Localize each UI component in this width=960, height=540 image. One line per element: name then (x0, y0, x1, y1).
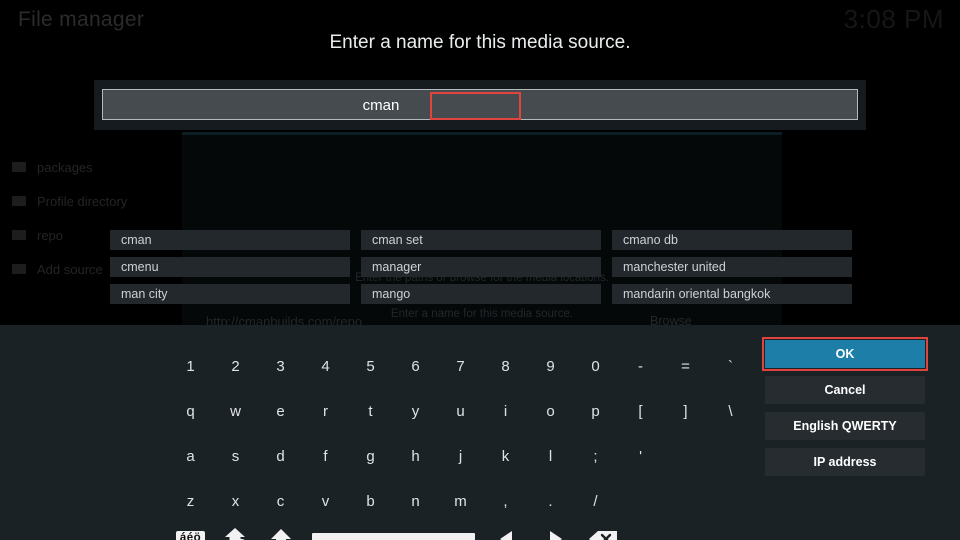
space-bar-icon (311, 532, 475, 540)
keyboard-function-row: áéö (168, 522, 627, 540)
key-g[interactable]: g (348, 439, 393, 473)
key-i[interactable]: i (483, 394, 528, 428)
key-e[interactable]: e (258, 394, 303, 428)
caps-lock-key[interactable] (213, 522, 258, 540)
key-apostrophe[interactable]: ' (618, 439, 663, 473)
key-6[interactable]: 6 (393, 349, 438, 383)
key-a[interactable]: a (168, 439, 213, 473)
suggestion-grid: cman cman set cmano db cmenu manager man… (110, 230, 852, 304)
cancel-button[interactable]: Cancel (765, 376, 925, 404)
suggestion-item[interactable]: mango (361, 284, 601, 304)
key-x[interactable]: x (213, 484, 258, 518)
suggestion-item[interactable]: cman set (361, 230, 601, 250)
key-d[interactable]: d (258, 439, 303, 473)
key-4[interactable]: 4 (303, 349, 348, 383)
accent-icon: áéö (175, 531, 206, 540)
key-u[interactable]: u (438, 394, 483, 428)
page-title: Enter a name for this media source. (329, 32, 631, 53)
key-period[interactable]: . (528, 484, 573, 518)
key-c[interactable]: c (258, 484, 303, 518)
key-h[interactable]: h (393, 439, 438, 473)
key-comma[interactable]: , (483, 484, 528, 518)
list-item-label: packages (37, 159, 93, 175)
list-item[interactable]: packages (0, 150, 186, 184)
folder-icon (12, 162, 26, 172)
key-backslash[interactable]: \ (708, 394, 753, 428)
key-q[interactable]: q (168, 394, 213, 428)
suggestion-item[interactable]: cmano db (612, 230, 852, 250)
key-w[interactable]: w (213, 394, 258, 428)
keyboard-row-home: a s d f g h j k l ; ' (168, 439, 663, 473)
app-title: File manager (18, 8, 145, 31)
shift-key[interactable] (258, 522, 303, 540)
list-item-label: repo (37, 227, 64, 243)
backspace-key[interactable] (579, 522, 627, 540)
key-slash[interactable]: / (573, 484, 618, 518)
key-0[interactable]: 0 (573, 349, 618, 383)
key-m[interactable]: m (438, 484, 483, 518)
key-o[interactable]: o (528, 394, 573, 428)
keyboard-row-top: q w e r t y u i o p [ ] \ (168, 394, 753, 428)
folder-icon (12, 264, 26, 274)
key-5[interactable]: 5 (348, 349, 393, 383)
suggestion-item[interactable]: manchester united (612, 257, 852, 277)
cursor-left-key[interactable] (483, 522, 530, 540)
suggestion-item[interactable]: manager (361, 257, 601, 277)
key-2[interactable]: 2 (213, 349, 258, 383)
dialog-top-strip (182, 132, 782, 135)
key-s[interactable]: s (213, 439, 258, 473)
key-8[interactable]: 8 (483, 349, 528, 383)
space-key[interactable] (303, 522, 483, 540)
keyboard-layout-button[interactable]: English QWERTY (765, 412, 925, 440)
key-3[interactable]: 3 (258, 349, 303, 383)
suggestion-item[interactable]: mandarin oriental bangkok (612, 284, 852, 304)
suggestion-item[interactable]: cman (110, 230, 350, 250)
cursor-right-key[interactable] (530, 522, 579, 540)
shift-icon (270, 529, 291, 540)
folder-icon (12, 230, 26, 240)
suggestion-item[interactable]: man city (110, 284, 350, 304)
key-equals[interactable]: = (663, 349, 708, 383)
list-item-label: Profile directory (37, 193, 128, 209)
backspace-icon (589, 531, 617, 540)
key-y[interactable]: y (393, 394, 438, 428)
folder-icon (12, 196, 26, 206)
key-7[interactable]: 7 (438, 349, 483, 383)
keyboard-row-bottom: z x c v b n m , . / (168, 484, 618, 518)
accent-key[interactable]: áéö (168, 522, 213, 540)
key-minus[interactable]: - (618, 349, 663, 383)
key-n[interactable]: n (393, 484, 438, 518)
key-bracket-right[interactable]: ] (663, 394, 708, 428)
key-backtick[interactable]: ` (708, 349, 753, 383)
key-semicolon[interactable]: ; (573, 439, 618, 473)
list-item-label: Add source (37, 261, 103, 277)
arrow-right-icon (549, 531, 562, 540)
caps-lock-icon (224, 528, 245, 540)
key-9[interactable]: 9 (528, 349, 573, 383)
text-input-value: cman (362, 96, 400, 114)
key-1[interactable]: 1 (168, 349, 213, 383)
list-item[interactable]: Profile directory (0, 184, 186, 218)
arrow-left-icon (499, 531, 512, 540)
ok-button-focus-highlight (762, 337, 928, 371)
key-t[interactable]: t (348, 394, 393, 428)
key-f[interactable]: f (303, 439, 348, 473)
suggestion-item[interactable]: cmenu (110, 257, 350, 277)
keyboard-row-numbers: 1 2 3 4 5 6 7 8 9 0 - = ` (168, 349, 753, 383)
key-v[interactable]: v (303, 484, 348, 518)
clock: 3:08 PM (843, 4, 944, 34)
key-p[interactable]: p (573, 394, 618, 428)
kodi-screen: File manager 3:08 PM packages Profile di… (0, 0, 960, 540)
key-j[interactable]: j (438, 439, 483, 473)
key-bracket-left[interactable]: [ (618, 394, 663, 428)
keyboard-keys: 1 2 3 4 5 6 7 8 9 0 - = ` q w e r t y u … (0, 325, 756, 540)
key-k[interactable]: k (483, 439, 528, 473)
key-l[interactable]: l (528, 439, 573, 473)
key-r[interactable]: r (303, 394, 348, 428)
key-z[interactable]: z (168, 484, 213, 518)
key-b[interactable]: b (348, 484, 393, 518)
ip-address-button[interactable]: IP address (765, 448, 925, 476)
input-focus-highlight (430, 92, 521, 120)
background-bottom-hint: Enter a name for this media source. (390, 308, 574, 320)
